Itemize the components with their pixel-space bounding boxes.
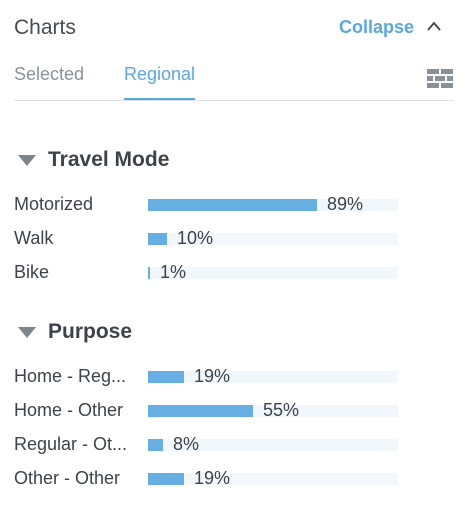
row-label: Home - Other <box>14 400 124 420</box>
chart-row[interactable]: Regular - Ot... 8% <box>14 432 454 456</box>
triangle-down-icon <box>18 155 36 166</box>
bar <box>148 233 167 245</box>
bar-track: 19% <box>148 366 398 386</box>
bar-track: 1% <box>148 262 398 282</box>
chevron-up-icon[interactable] <box>426 20 442 32</box>
section-purpose: Purpose Home - Reg... 19% Home - Other 55% R… <box>14 320 454 488</box>
bar <box>148 199 317 211</box>
row-label: Motorized <box>14 194 94 214</box>
bar-track: 19% <box>148 468 398 488</box>
panel-header: Charts Collapse <box>14 14 454 44</box>
section-header[interactable]: Travel Mode <box>14 148 454 174</box>
bar <box>148 267 150 279</box>
panel-title: Charts <box>14 16 76 39</box>
bar-value-label: 19% <box>194 468 231 488</box>
bar-track: 55% <box>148 400 398 420</box>
row-label: Regular - Ot... <box>14 434 128 454</box>
bar <box>148 405 253 417</box>
section-header[interactable]: Purpose <box>14 320 454 346</box>
chart-row[interactable]: Home - Other 55% <box>14 398 454 422</box>
bar-value-label: 1% <box>160 262 187 282</box>
tab-bar: Selected Regional <box>14 58 454 101</box>
triangle-down-icon <box>18 327 36 338</box>
tab-regional[interactable]: Regional <box>124 64 196 100</box>
bar-value-label: 8% <box>173 434 200 454</box>
section-travel-mode: Travel Mode Motorized 89% Walk 10% Bike 1% <box>14 148 454 282</box>
bar-value-label: 55% <box>263 400 300 420</box>
bar-track: 89% <box>148 194 398 214</box>
section-title: Purpose <box>48 320 133 343</box>
bar-value-label: 10% <box>177 228 214 248</box>
bar-value-label: 19% <box>194 366 231 386</box>
section-title: Travel Mode <box>48 148 170 171</box>
row-label: Other - Other <box>14 468 121 488</box>
bar <box>148 473 184 485</box>
chart-row[interactable]: Bike 1% <box>14 260 454 284</box>
bar-value-label: 89% <box>327 194 364 214</box>
row-label: Home - Reg... <box>14 366 127 386</box>
bar <box>148 439 163 451</box>
chart-row[interactable]: Motorized 89% <box>14 192 454 216</box>
bar-track: 10% <box>148 228 398 248</box>
row-label: Bike <box>14 262 50 282</box>
bar <box>148 371 184 383</box>
grid-table-icon[interactable] <box>426 68 454 92</box>
tab-selected[interactable]: Selected <box>14 64 84 85</box>
collapse-button[interactable]: Collapse <box>339 17 414 38</box>
bar-track: 8% <box>148 434 398 454</box>
chart-row[interactable]: Home - Reg... 19% <box>14 364 454 388</box>
chart-row[interactable]: Walk 10% <box>14 226 454 250</box>
row-label: Walk <box>14 228 54 248</box>
chart-row[interactable]: Other - Other 19% <box>14 466 454 490</box>
